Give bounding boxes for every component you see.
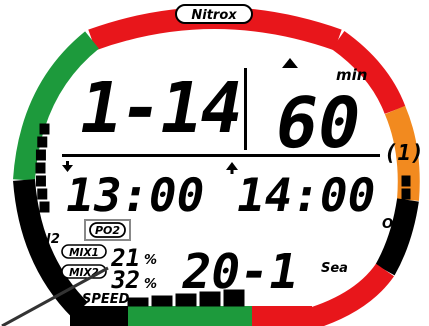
dive-computer-display: Nitrox 1-14 min 60 (1) 13:00 14:00 N2 O2… — [1, 4, 426, 326]
speed-bar-segment — [151, 295, 173, 307]
speed-bar-segment — [199, 291, 221, 307]
water-type-label: Sea — [321, 261, 348, 276]
n2-bar-segment — [35, 175, 46, 187]
o2-label: O2 — [382, 217, 402, 232]
o2-bar-segment — [401, 175, 411, 187]
mix2-value: 32 — [109, 266, 143, 294]
up-arrow-icon — [226, 162, 238, 174]
n2-bar-segment — [35, 149, 46, 161]
n2-bar-segment — [35, 162, 46, 174]
vertical-divider — [244, 68, 247, 150]
dive-time-readout: 1-14 — [73, 67, 248, 148]
up-triangle-icon — [282, 58, 298, 68]
bracket-indicator: (1) — [382, 140, 426, 166]
bezel-red-lower-right — [297, 263, 395, 326]
n2-label: N2 — [40, 232, 60, 247]
mix2-label: MIX2 — [69, 267, 99, 279]
n2-bar-graph — [35, 123, 50, 213]
bezel-bottom-green — [128, 306, 252, 326]
n2-bar-segment — [37, 136, 48, 148]
n2-bar-segment — [39, 201, 50, 213]
speed-bar-segment — [175, 293, 197, 307]
o2-bar-graph — [401, 175, 411, 213]
bezel-bottom-black — [70, 306, 128, 326]
bezel-bottom-red — [252, 306, 312, 326]
n2-bar-segment — [37, 188, 48, 200]
no-deco-time-readout: 60 — [269, 82, 368, 163]
po2-label: PO2 — [95, 224, 120, 237]
speed-bar-segment — [127, 297, 149, 307]
o2-bar-segment — [401, 201, 411, 213]
o2-bar-segment — [401, 188, 411, 200]
time-left-readout: 13:00 — [61, 168, 209, 222]
time-right-readout: 14:00 — [232, 168, 380, 222]
horizontal-divider — [62, 154, 380, 157]
mix1-percent: % — [144, 253, 157, 268]
nitrox-badge: Nitrox — [191, 8, 237, 23]
mix1-label: MIX1 — [69, 247, 99, 259]
mix2-percent: % — [144, 277, 157, 292]
no-deco-unit: min — [336, 66, 367, 84]
speed-label: SPEED — [82, 292, 130, 307]
speed-bar-segment — [223, 289, 245, 307]
n2-bar-segment — [39, 123, 50, 135]
